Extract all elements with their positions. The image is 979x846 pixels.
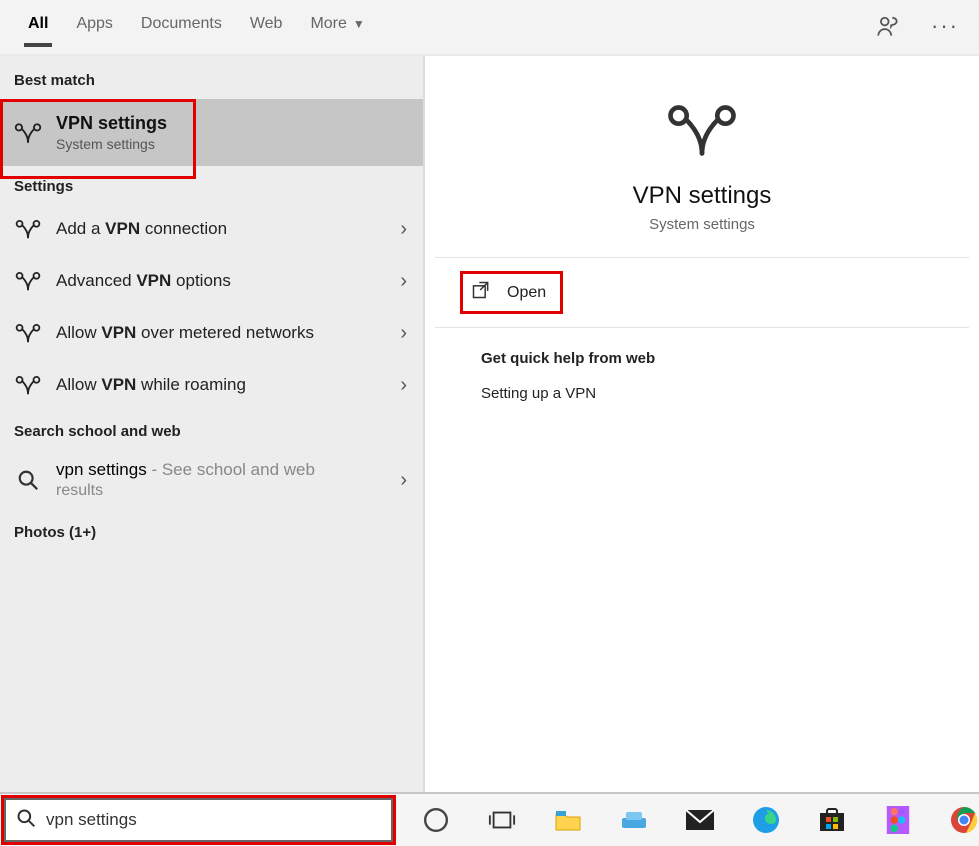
chevron-right-icon: ›: [400, 469, 407, 492]
vpn-icon: [14, 119, 42, 147]
task-view-icon[interactable]: [487, 805, 517, 835]
file-explorer-icon[interactable]: [553, 805, 583, 835]
microsoft-store-icon[interactable]: [817, 805, 847, 835]
results-pane: Best match VPN settings System settings …: [0, 56, 425, 792]
chevron-right-icon: ›: [400, 218, 407, 241]
row-label: Advanced VPN options: [56, 271, 231, 291]
row-label: Allow VPN over metered networks: [56, 323, 314, 343]
taskbar-search-box[interactable]: [4, 798, 393, 842]
section-photos: Photos (1+): [0, 512, 423, 549]
feedback-icon[interactable]: [875, 14, 901, 45]
settings-item-roaming-vpn[interactable]: Allow VPN while roaming ›: [0, 359, 423, 411]
vpn-icon: [14, 215, 42, 243]
open-button[interactable]: Open: [463, 274, 560, 311]
row-label: Add a VPN connection: [56, 219, 227, 239]
mail-icon[interactable]: [685, 805, 715, 835]
row-label: Allow VPN while roaming: [56, 375, 246, 395]
row-label: vpn settings - See school and web: [56, 460, 315, 480]
best-match-result[interactable]: VPN settings System settings: [0, 99, 423, 166]
chevron-right-icon: ›: [400, 270, 407, 293]
tab-documents[interactable]: Documents: [127, 9, 236, 45]
best-match-title: VPN settings: [56, 113, 167, 134]
search-tabs: All Apps Documents Web More▼ ···: [0, 0, 979, 56]
edge-icon[interactable]: [751, 805, 781, 835]
section-settings: Settings: [0, 166, 423, 203]
section-best-match: Best match: [0, 56, 423, 99]
detail-pane: VPN settings System settings Open Get qu…: [425, 56, 979, 792]
web-result[interactable]: vpn settings - See school and web result…: [0, 448, 423, 512]
search-icon: [14, 466, 42, 494]
settings-item-advanced-vpn[interactable]: Advanced VPN options ›: [0, 255, 423, 307]
best-match-subtitle: System settings: [56, 136, 167, 152]
chevron-down-icon: ▼: [353, 17, 365, 31]
detail-subtitle: System settings: [649, 216, 755, 233]
more-options-icon[interactable]: ···: [931, 15, 959, 45]
section-search-web: Search school and web: [0, 411, 423, 448]
chevron-right-icon: ›: [400, 374, 407, 397]
vpn-icon: [14, 267, 42, 295]
cortana-icon[interactable]: [421, 805, 451, 835]
chrome-icon[interactable]: [949, 805, 979, 835]
vpn-icon: [666, 102, 738, 158]
app-icon-1[interactable]: [619, 805, 649, 835]
search-icon: [16, 808, 36, 833]
vpn-icon: [14, 319, 42, 347]
vpn-icon: [14, 371, 42, 399]
tab-more[interactable]: More▼: [296, 9, 378, 45]
search-input[interactable]: [46, 810, 381, 830]
detail-title: VPN settings: [633, 182, 772, 210]
tab-apps[interactable]: Apps: [62, 9, 126, 45]
open-label: Open: [507, 284, 546, 302]
help-link-setup-vpn[interactable]: Setting up a VPN: [481, 385, 923, 402]
settings-item-add-vpn[interactable]: Add a VPN connection ›: [0, 203, 423, 255]
help-title: Get quick help from web: [481, 350, 923, 367]
tab-all[interactable]: All: [14, 9, 62, 45]
taskbar: [0, 792, 979, 846]
open-icon: [471, 280, 491, 305]
figma-icon[interactable]: [883, 805, 913, 835]
settings-item-metered-vpn[interactable]: Allow VPN over metered networks ›: [0, 307, 423, 359]
chevron-right-icon: ›: [400, 322, 407, 345]
tab-web[interactable]: Web: [236, 9, 297, 45]
